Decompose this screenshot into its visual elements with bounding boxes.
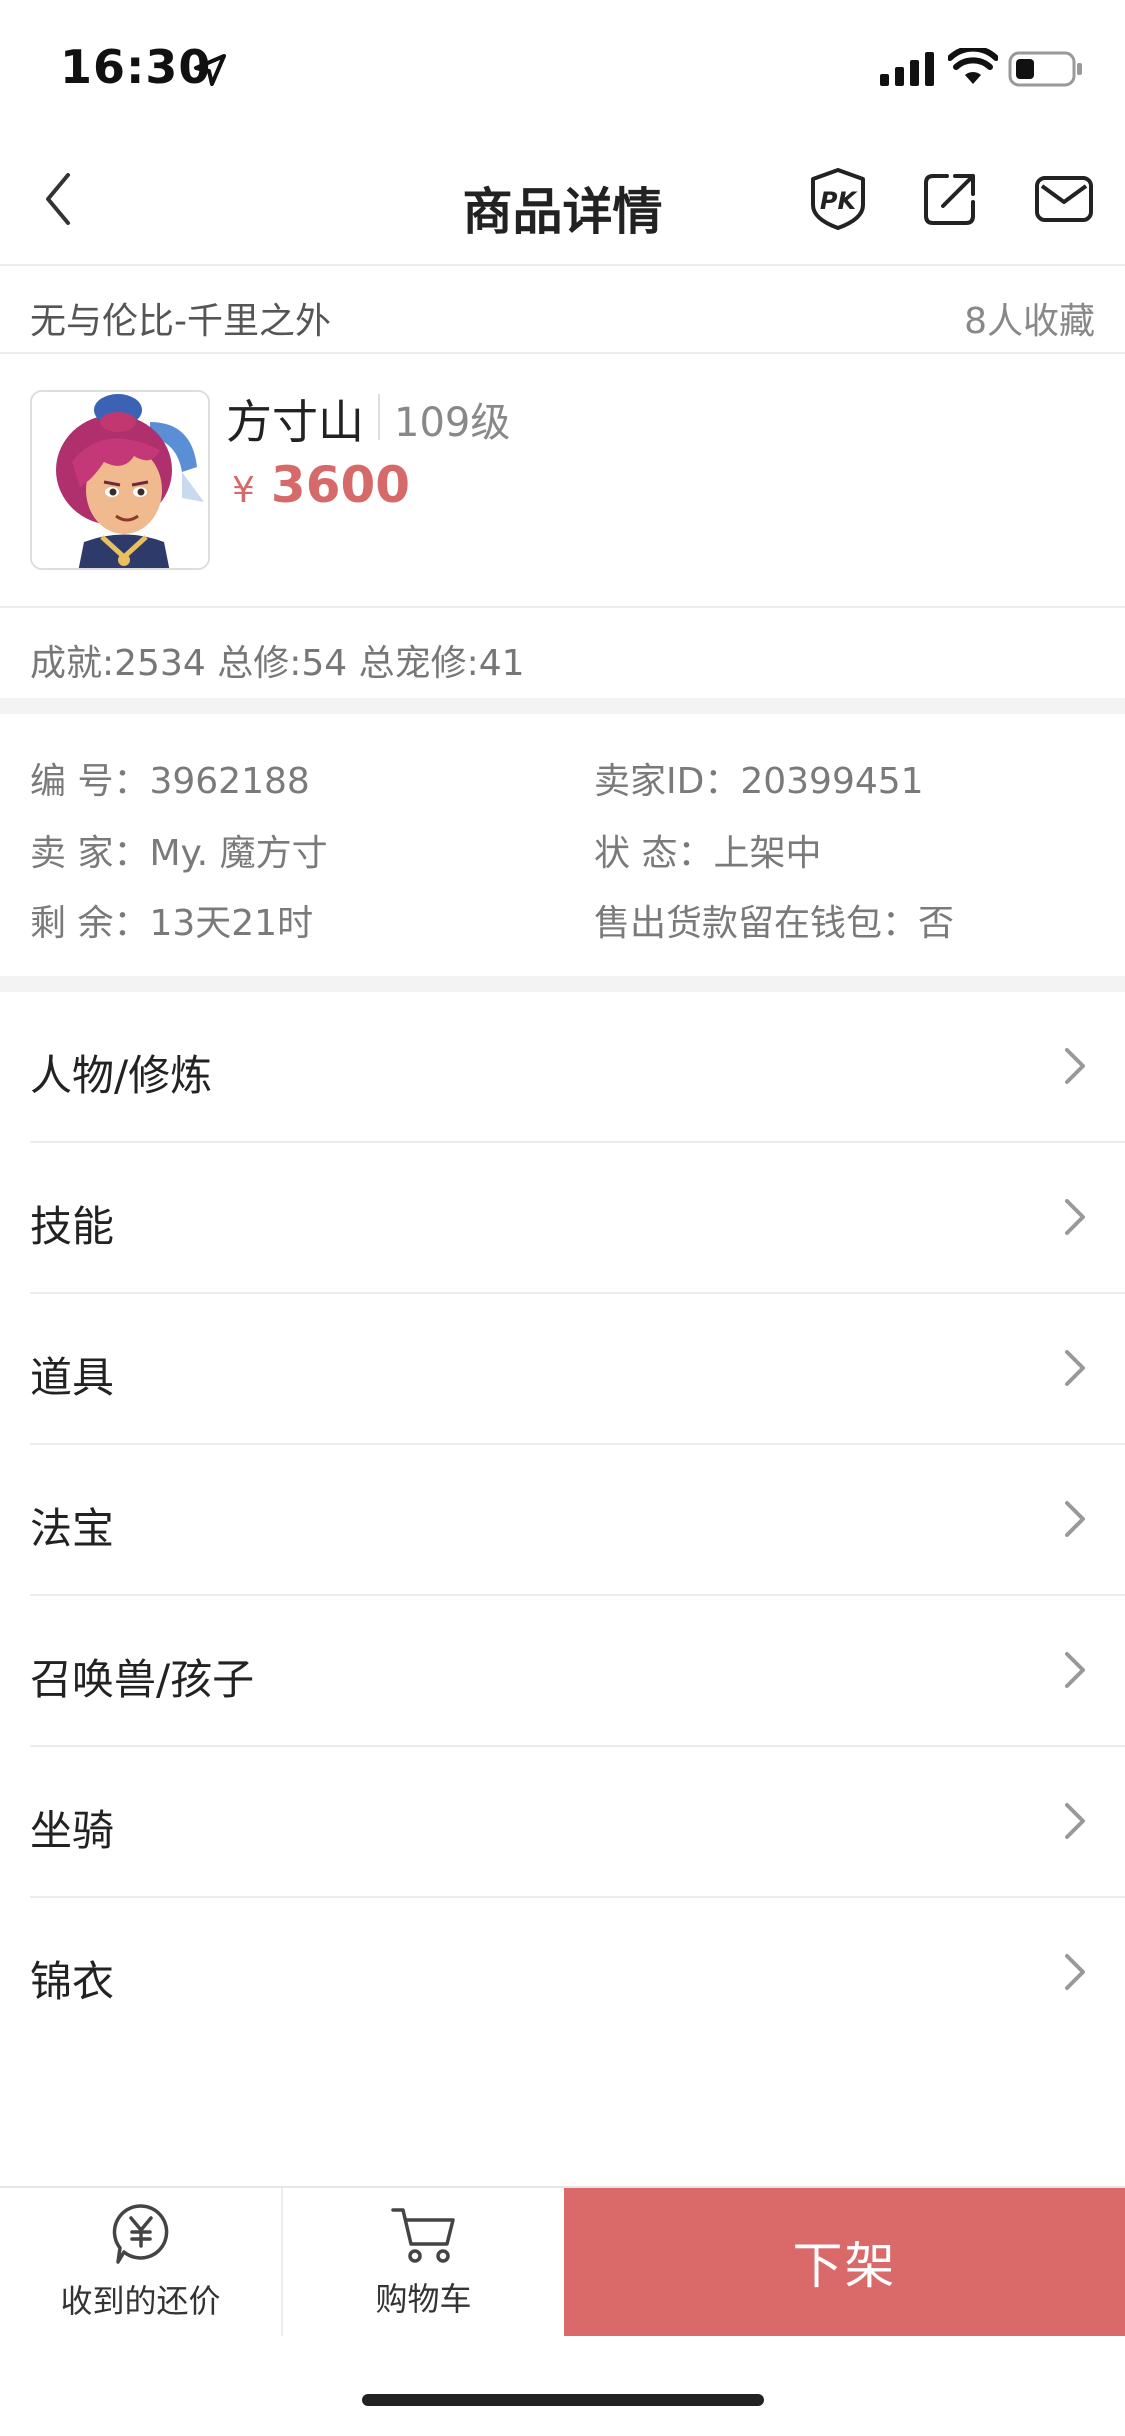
remaining-label: 剩 余：: [30, 903, 150, 944]
role-level: 109级: [394, 400, 511, 446]
currency-symbol: ¥: [232, 470, 255, 511]
bottom-action-bar: 收到的还价 购物车 下架: [0, 2186, 1125, 2336]
battery-icon: [1008, 51, 1082, 87]
divider: [378, 394, 380, 440]
wallet-value: 否: [918, 903, 955, 944]
stats-text: 成就:2534 总修:54 总宠修:41: [30, 643, 525, 684]
remaining-value: 13天21时: [149, 903, 314, 944]
seller-id: 卖家ID：20399451: [594, 752, 924, 804]
home-indicator: [362, 2394, 764, 2406]
cart-button[interactable]: 购物车: [283, 2188, 564, 2336]
shopping-cart-icon: [390, 2208, 455, 2263]
pk-icon: PK: [811, 168, 865, 230]
menu-item-label: 坐骑: [30, 1806, 115, 1855]
share-button[interactable]: [918, 167, 982, 231]
menu-item-label: 道具: [30, 1353, 115, 1402]
message-button[interactable]: [1032, 167, 1096, 231]
cart-label: 购物车: [375, 2280, 472, 2318]
seller-value: My. 魔方寸: [149, 833, 328, 874]
server-name: 无与伦比-千里之外: [30, 301, 331, 342]
stats-row: 成就:2534 总修:54 总宠修:41: [0, 606, 1125, 698]
status-label: 状 态：: [594, 833, 714, 874]
menu-item-label: 法宝: [30, 1504, 115, 1553]
mail-icon: [1035, 176, 1093, 222]
menu-item-label: 技能: [30, 1202, 115, 1251]
menu-item-items[interactable]: 道具: [30, 1294, 1125, 1445]
pk-button[interactable]: PK: [806, 167, 870, 231]
server-row: 无与伦比-千里之外 8人收藏: [0, 268, 1125, 354]
received-offers-button[interactable]: 收到的还价: [0, 2188, 281, 2336]
chevron-right-icon: [1065, 1048, 1085, 1084]
menu-item-label: 锦衣: [30, 1957, 115, 2006]
detail-menu: 人物/修炼 技能 道具 法宝 召唤兽/孩子 坐骑 锦衣: [0, 992, 1125, 2049]
seller: 卖 家：My. 魔方寸: [30, 824, 328, 876]
item-id-label: 编 号：: [30, 761, 150, 802]
menu-item-mounts[interactable]: 坐骑: [30, 1747, 1125, 1898]
wallet-setting: 售出货款留在钱包：否: [594, 894, 954, 946]
share-icon: [924, 174, 975, 225]
section-gap: [0, 698, 1125, 714]
status-time: 16:30: [60, 40, 212, 94]
item-id: 编 号：3962188: [30, 752, 310, 804]
chevron-right-icon: [1065, 1350, 1085, 1386]
seller-id-label: 卖家ID：: [594, 761, 741, 802]
svg-text:PK: PK: [820, 187, 859, 215]
yuan-bubble-icon: [112, 2204, 168, 2264]
price-value: 3600: [270, 456, 411, 514]
chevron-right-icon: [1065, 1652, 1085, 1688]
character-avatar[interactable]: [30, 390, 210, 570]
menu-item-label: 召唤兽/孩子: [30, 1655, 255, 1704]
role-name: 方寸山: [226, 395, 364, 449]
item-id-value: 3962188: [149, 761, 310, 802]
wallet-label: 售出货款留在钱包：: [594, 903, 919, 944]
delist-button[interactable]: 下架: [564, 2188, 1125, 2336]
character-portrait-image: [32, 392, 208, 568]
chevron-right-icon: [1065, 1501, 1085, 1537]
chevron-right-icon: [1065, 1954, 1085, 1990]
menu-item-pets[interactable]: 召唤兽/孩子: [30, 1596, 1125, 1747]
status-bar: 16:30: [0, 0, 1125, 132]
menu-item-skills[interactable]: 技能: [30, 1143, 1125, 1294]
location-arrow-icon: [194, 54, 226, 86]
chevron-right-icon: [1065, 1803, 1085, 1839]
section-gap: [0, 976, 1125, 992]
menu-item-label: 人物/修炼: [30, 1051, 213, 1100]
menu-item-outfits[interactable]: 锦衣: [30, 1898, 1125, 2049]
wifi-icon: [948, 48, 998, 84]
chevron-right-icon: [1065, 1199, 1085, 1235]
menu-item-character[interactable]: 人物/修炼: [30, 992, 1125, 1143]
received-offers-label: 收到的还价: [60, 2282, 221, 2320]
seller-label: 卖 家：: [30, 833, 150, 874]
nav-bar: 商品详情 PK: [0, 132, 1125, 266]
listing-status: 状 态：上架中: [594, 824, 821, 876]
seller-id-value: 20399451: [740, 761, 924, 802]
cellular-signal-icon: [880, 52, 934, 86]
favorite-count[interactable]: 8人收藏: [964, 292, 1095, 344]
price: ¥3600: [232, 456, 410, 514]
menu-item-treasures[interactable]: 法宝: [30, 1445, 1125, 1596]
product-summary: 方寸山 109级 ¥3600: [0, 356, 1125, 606]
status-value: 上架中: [713, 833, 822, 874]
info-grid: 编 号：3962188 卖家ID：20399451 卖 家：My. 魔方寸 状 …: [0, 714, 1125, 976]
remaining-time: 剩 余：13天21时: [30, 894, 313, 946]
